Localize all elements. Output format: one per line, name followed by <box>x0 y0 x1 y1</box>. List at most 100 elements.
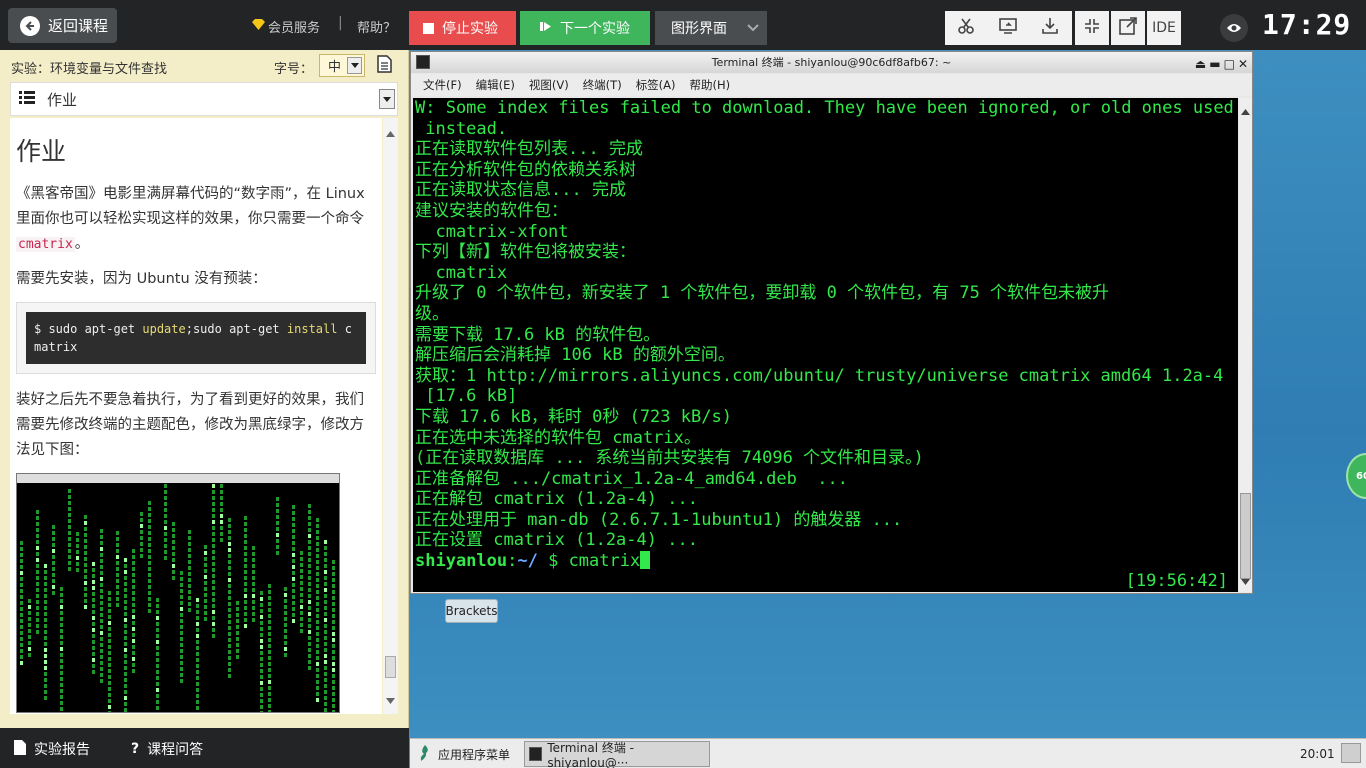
download-icon <box>1041 17 1059 39</box>
taskbar-terminal-item[interactable]: Terminal 终端 - shiyanlou@··· <box>524 741 710 768</box>
terminal-icon <box>529 747 543 761</box>
course-qa-button[interactable]: ? 课程问答 <box>131 739 203 759</box>
cut-button[interactable] <box>945 11 987 45</box>
code-text: $ sudo apt-get <box>34 322 143 336</box>
skip-forward-icon <box>540 20 552 36</box>
experiment-title: 实验：环境变量与文件查找 <box>11 62 168 77</box>
matrix-rain-graphic <box>20 484 335 712</box>
question-icon: ? <box>131 741 140 757</box>
terminal-line: 正准备解包 .../cmatrix_1.2a-4_amd64.deb ... <box>415 468 848 489</box>
diamond-icon <box>251 18 266 35</box>
terminal-line: 建议安装的软件包： <box>415 200 568 221</box>
terminal-line: 获取：1 http://mirrors.aliyuncs.com/ubuntu/… <box>415 365 1224 386</box>
terminal-window: Terminal 终端 - shiyanlou@90c6df8afb67: ~ … <box>410 51 1253 594</box>
back-to-course-button[interactable]: 返回课程 <box>8 8 117 43</box>
lesson-paragraph: 需要先安装，因为 Ubuntu 没有预装： <box>16 271 267 287</box>
list-icon <box>19 90 35 108</box>
prompt-separator: : <box>507 551 518 572</box>
open-external-button[interactable] <box>1111 11 1145 45</box>
terminal-lines: W: Some index files failed to download. … <box>415 98 1238 551</box>
terminal-menu-item[interactable]: 编辑(E) <box>476 77 515 93</box>
applications-menu-button[interactable]: 应用程序菜单 <box>418 745 510 764</box>
section-select[interactable]: 作业 <box>10 82 398 116</box>
font-size-value: 中 <box>328 60 342 75</box>
prompt-user: shiyanlou <box>415 551 508 572</box>
inline-code: cmatrix <box>16 237 75 252</box>
terminal-menubar: 文件(F) 编辑(E) 视图(V) 终端(T) 标签(A) 帮助(H) <box>411 74 1252 96</box>
terminal-menu-item[interactable]: 视图(V) <box>529 77 569 93</box>
dropdown-arrow-icon <box>347 57 362 74</box>
screen-share-button[interactable] <box>987 11 1029 45</box>
terminal-line: 升级了 0 个软件包，新安装了 1 个软件包，要卸载 0 个软件包，有 75 个… <box>415 283 1110 304</box>
font-size-label: 字号： <box>274 62 314 77</box>
section-select-label: 作业 <box>47 90 78 109</box>
terminal-line: [17.6 kB] <box>415 386 518 407</box>
next-experiment-button[interactable]: 下一个实验 <box>520 11 650 45</box>
code-text: ;sudo apt-get <box>185 322 287 336</box>
paragraph-text: 《黑客帝国》电影里满屏幕代码的“数字雨”，在 Linux 里面你也可以轻松实现这… <box>16 186 365 227</box>
terminal-menu-item[interactable]: 帮助(H) <box>690 77 731 93</box>
prompt-path: ~/ <box>517 551 538 572</box>
download-button[interactable] <box>1029 11 1071 45</box>
terminal-menu-item[interactable]: 文件(F) <box>423 77 462 93</box>
terminal-line: instead. <box>415 118 508 139</box>
stop-experiment-button[interactable]: 停止实验 <box>409 11 516 45</box>
collapse-button[interactable] <box>1075 11 1109 45</box>
window-controls: ⏏ ▬ □ ✕ <box>1195 54 1248 75</box>
lesson-paragraph: 装好之后先不要急着执行，为了看到更好的效果，我们需要先修改终端的主题配色，修改为… <box>16 392 364 458</box>
side-badge-value: 60 <box>1356 471 1366 482</box>
ide-button[interactable]: IDE <box>1147 11 1181 45</box>
lesson-footer: 实验报告 ? 课程问答 <box>0 728 409 768</box>
lesson-paragraph: 《黑客帝国》电影里满屏幕代码的“数字雨”，在 Linux 里面你也可以轻松实现这… <box>16 182 376 257</box>
font-size-select[interactable]: 中 <box>319 54 365 77</box>
terminal-titlebar[interactable]: Terminal 终端 - shiyanlou@90c6df8afb67: ~ … <box>411 52 1252 73</box>
member-service-link[interactable]: 会员服务 <box>251 17 320 36</box>
help-link[interactable]: 帮助？ <box>357 17 396 36</box>
terminal-menu-item[interactable]: 终端(T) <box>583 77 622 93</box>
terminal-output[interactable]: W: Some index files failed to download. … <box>413 98 1238 592</box>
prompt-timestamp: [19:56:42] <box>1125 571 1228 592</box>
paragraph-text: 。 <box>74 236 90 252</box>
code-keyword: update <box>142 322 186 336</box>
scrollbar-thumb[interactable] <box>385 656 396 678</box>
terminal-scrollbar[interactable] <box>1239 98 1252 592</box>
close-icon[interactable]: ✕ <box>1238 54 1248 75</box>
file-icon <box>14 739 26 759</box>
terminal-line: 解压缩后会消耗掉 106 kB 的额外空间。 <box>415 345 735 366</box>
terminal-line: 正在读取状态信息... 完成 <box>415 180 626 201</box>
terminal-line: (正在读取数据库 ... 系统当前共安装有 74096 个文件和目录。) <box>415 448 924 469</box>
maximize-icon[interactable]: □ <box>1224 54 1235 75</box>
show-desktop-button[interactable] <box>1341 743 1361 763</box>
scrollbar-thumb[interactable] <box>1240 493 1251 579</box>
collapse-icon <box>1084 18 1100 38</box>
text-cursor <box>640 551 651 570</box>
minimize-icon[interactable]: ▬ <box>1209 54 1220 75</box>
view-toggle-button[interactable] <box>1220 14 1248 42</box>
member-service-label: 会员服务 <box>268 21 321 36</box>
stop-experiment-label: 停止实验 <box>442 21 498 37</box>
scroll-up-icon <box>1241 100 1250 119</box>
next-experiment-label: 下一个实验 <box>560 21 630 37</box>
prompt-command: $ cmatrix <box>537 551 641 572</box>
shade-icon[interactable]: ⏏ <box>1195 54 1206 75</box>
brackets-desktop-icon[interactable]: Brackets <box>445 599 498 623</box>
toolbar-separator: | <box>338 15 343 31</box>
scroll-down-icon <box>1241 570 1250 589</box>
terminal-line: 正在分析软件包的依赖关系树 <box>415 159 636 180</box>
content-scrollbar[interactable] <box>383 118 398 714</box>
lesson-content: 作业 《黑客帝国》电影里满屏幕代码的“数字雨”，在 Linux 里面你也可以轻松… <box>10 118 382 714</box>
gui-mode-dropdown[interactable]: 图形界面 <box>655 11 767 45</box>
document-icon[interactable] <box>377 55 392 77</box>
lesson-heading: 作业 <box>16 137 67 166</box>
experiment-report-button[interactable]: 实验报告 <box>14 739 90 759</box>
code-block: $ sudo apt-get update;sudo apt-get insta… <box>26 312 366 364</box>
terminal-line: 正在选中未选择的软件包 cmatrix。 <box>415 427 701 448</box>
cut-icon <box>957 17 975 39</box>
terminal-menu-item[interactable]: 标签(A) <box>636 77 676 93</box>
terminal-line: cmatrix-xfont <box>415 221 569 242</box>
taskbar-clock: 20:01 <box>1300 747 1335 761</box>
screen-share-icon <box>999 17 1017 39</box>
tool-button-group <box>945 11 1072 45</box>
code-block-wrapper: $ sudo apt-get update;sudo apt-get insta… <box>16 302 376 374</box>
top-toolbar: 返回课程 会员服务 | 帮助？ 停止实验 下一个实验 图形界面 IDE 17:2… <box>0 0 1366 50</box>
